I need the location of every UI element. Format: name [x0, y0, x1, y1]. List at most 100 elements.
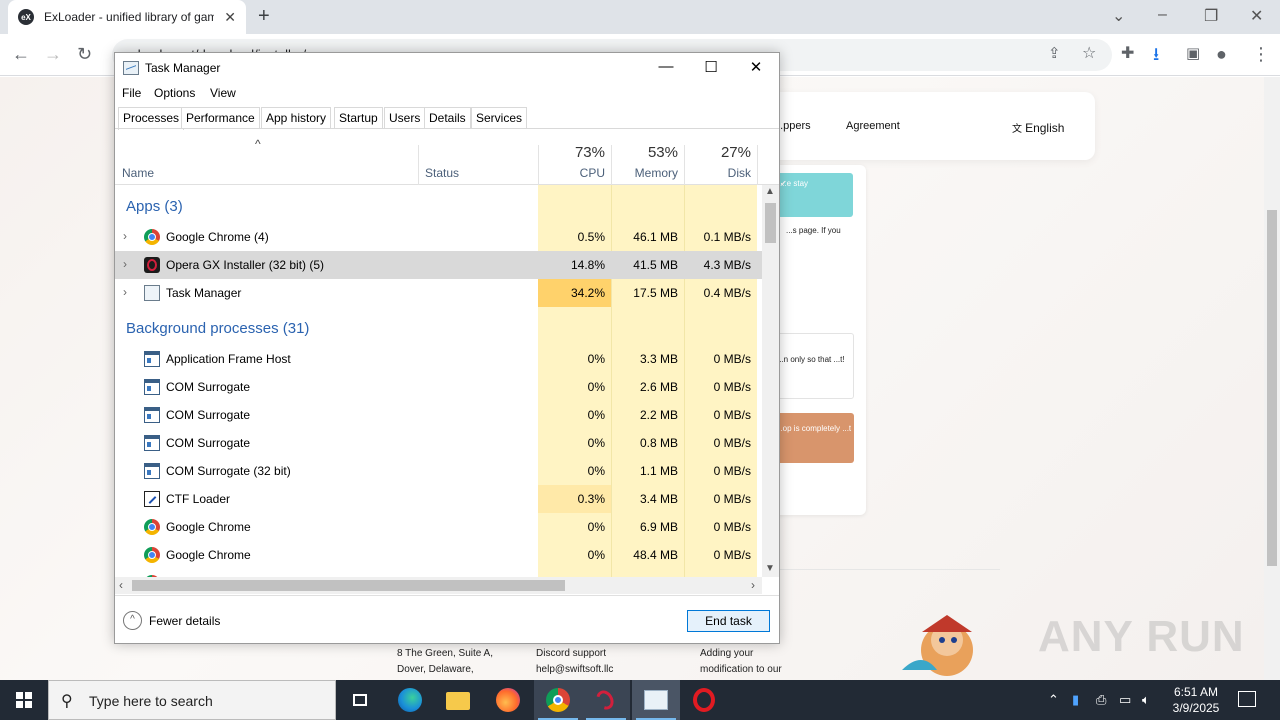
- show-hidden-icons-chevron-icon[interactable]: ⌃: [1048, 692, 1059, 708]
- column-status[interactable]: Status: [425, 166, 459, 180]
- tab-users[interactable]: Users: [384, 107, 426, 129]
- volume-icon[interactable]: 🔈︎: [1142, 692, 1150, 708]
- process-list-vertical-scrollbar[interactable]: ▲ ▼: [762, 185, 779, 577]
- taskbar-task-manager[interactable]: [632, 680, 680, 720]
- process-row[interactable]: › Task Manager 34.2% 17.5 MB 0.4 MB/s: [115, 279, 762, 307]
- horizontal-scroll-thumb[interactable]: [132, 580, 565, 591]
- process-row[interactable]: Application Frame Host 0% 3.3 MB 0 MB/s: [115, 345, 762, 373]
- process-row[interactable]: COM Surrogate (32 bit) 0% 1.1 MB 0 MB/s: [115, 457, 762, 485]
- process-row[interactable]: COM Surrogate 0% 2.6 MB 0 MB/s: [115, 373, 762, 401]
- scroll-left-arrow-icon[interactable]: ‹: [119, 578, 123, 592]
- scroll-up-arrow-icon[interactable]: ▲: [765, 186, 775, 197]
- column-disk[interactable]: Disk: [691, 166, 751, 180]
- system-clock[interactable]: 6:51 AM 3/9/2025: [1166, 684, 1226, 716]
- warning-box: ...op is completely ...t: [776, 413, 854, 463]
- taskbar-search-box[interactable]: ⚲ Type here to search: [48, 680, 336, 720]
- process-row[interactable]: CTF Loader 0.3% 3.4 MB 0 MB/s: [115, 485, 762, 513]
- task-view-button[interactable]: [336, 680, 384, 720]
- taskbar-opera-gx[interactable]: [582, 680, 630, 720]
- menu-view[interactable]: View: [210, 86, 236, 100]
- process-row[interactable]: › Google Chrome (4) 0.5% 46.1 MB 0.1 MB/…: [115, 223, 762, 251]
- scroll-down-arrow-icon[interactable]: ▼: [765, 563, 775, 574]
- back-arrow-icon[interactable]: ←: [12, 44, 30, 64]
- browser-minimize-button[interactable]: –: [1158, 6, 1167, 24]
- tray-device-icon[interactable]: ⎙: [1096, 692, 1106, 708]
- nav-item-agreement[interactable]: Agreement: [846, 120, 900, 132]
- fewer-details-link[interactable]: Fewer details: [149, 614, 220, 628]
- cpu-total[interactable]: 73%: [545, 144, 605, 161]
- maximize-button[interactable]: ☐: [688, 58, 734, 76]
- process-list-horizontal-scrollbar[interactable]: ‹ ›: [115, 577, 762, 594]
- column-separator[interactable]: [611, 145, 612, 185]
- notification-center-icon[interactable]: [1238, 691, 1256, 707]
- disk-value: 0 MB/s: [713, 352, 751, 366]
- browser-tab[interactable]: eX ExLoader - unified library of game...…: [8, 0, 246, 34]
- memory-value: 2.2 MB: [639, 408, 678, 422]
- share-icon[interactable]: ⇪: [1048, 44, 1061, 64]
- end-task-button[interactable]: End task: [687, 610, 770, 632]
- task-manager-titlebar[interactable]: Task Manager — ☐ ✕: [115, 53, 779, 83]
- column-separator[interactable]: [757, 145, 758, 185]
- tab-app-history[interactable]: App history: [261, 107, 332, 129]
- disk-value: 4.3 MB/s: [703, 258, 751, 272]
- reload-icon[interactable]: ↻: [77, 44, 92, 64]
- vertical-scroll-thumb[interactable]: [765, 203, 776, 243]
- process-row[interactable]: COM Surrogate 0% 2.2 MB 0 MB/s: [115, 401, 762, 429]
- side-panel-icon[interactable]: ▣: [1186, 44, 1200, 64]
- column-memory[interactable]: Memory: [618, 166, 678, 180]
- tab-performance[interactable]: Performance: [181, 107, 260, 129]
- tab-search-chevron-icon[interactable]: ⌄: [1112, 6, 1125, 26]
- expand-chevron-icon[interactable]: ›: [123, 257, 127, 271]
- process-row[interactable]: Google Chrome 0% 48.4 MB 0 MB/s: [115, 541, 762, 569]
- column-separator[interactable]: [538, 145, 539, 185]
- chrome-menu-icon[interactable]: ⋮: [1252, 44, 1270, 64]
- page-scrollbar-thumb[interactable]: [1267, 210, 1277, 566]
- tray-app-icon[interactable]: ▮: [1072, 692, 1079, 708]
- expand-chevron-icon[interactable]: ›: [123, 285, 127, 299]
- tab-details[interactable]: Details: [424, 107, 471, 129]
- fewer-details-chevron-icon[interactable]: ^: [123, 611, 142, 630]
- tab-services[interactable]: Services: [471, 107, 528, 129]
- extensions-puzzle-icon[interactable]: ✚: [1121, 44, 1134, 64]
- tab-close-icon[interactable]: ✕: [224, 9, 236, 26]
- taskbar-edge[interactable]: [386, 680, 434, 720]
- menu-file[interactable]: File: [122, 86, 141, 100]
- taskbar-firefox[interactable]: [484, 680, 532, 720]
- minimize-button[interactable]: —: [643, 58, 689, 75]
- process-row[interactable]: Google Chrome 0% 6.9 MB 0 MB/s: [115, 513, 762, 541]
- browser-close-button[interactable]: ✕: [1250, 6, 1263, 26]
- memory-total[interactable]: 53%: [618, 144, 678, 161]
- forward-arrow-icon[interactable]: →: [44, 44, 62, 64]
- cpu-value: 0%: [587, 352, 605, 366]
- menu-options[interactable]: Options: [154, 86, 195, 100]
- new-tab-button[interactable]: +: [258, 5, 270, 27]
- column-separator[interactable]: [684, 145, 685, 185]
- process-row[interactable]: COM Surrogate 0% 0.8 MB 0 MB/s: [115, 429, 762, 457]
- process-row-selected[interactable]: › Opera GX Installer (32 bit) (5) 14.8% …: [115, 251, 762, 279]
- scroll-right-arrow-icon[interactable]: ›: [751, 578, 755, 592]
- process-row-partial[interactable]: [115, 569, 762, 577]
- group-header-apps[interactable]: Apps (3): [115, 193, 762, 221]
- expand-chevron-icon[interactable]: ›: [123, 229, 127, 243]
- download-icon[interactable]: ⭳: [1153, 44, 1159, 64]
- page-scrollbar[interactable]: [1264, 77, 1280, 680]
- language-selector[interactable]: 文 English: [1012, 120, 1064, 135]
- taskbar-opera[interactable]: [680, 680, 728, 720]
- group-header-background[interactable]: Background processes (31): [115, 315, 762, 343]
- bookmark-star-icon[interactable]: ☆: [1082, 44, 1096, 64]
- close-button[interactable]: ✕: [733, 58, 779, 76]
- column-cpu[interactable]: CPU: [545, 166, 605, 180]
- tab-startup[interactable]: Startup: [334, 107, 383, 129]
- start-button[interactable]: [0, 680, 48, 720]
- browser-restore-button[interactable]: ❐: [1204, 6, 1218, 26]
- column-separator[interactable]: [418, 145, 419, 185]
- profile-avatar-icon[interactable]: ●: [1216, 44, 1227, 64]
- network-icon[interactable]: ▭: [1119, 692, 1131, 708]
- disk-total[interactable]: 27%: [691, 144, 751, 161]
- column-name[interactable]: Name: [122, 166, 154, 180]
- search-placeholder: Type here to search: [89, 693, 213, 709]
- taskbar-chrome[interactable]: [534, 680, 582, 720]
- browser-tab-strip: eX ExLoader - unified library of game...…: [0, 0, 1280, 34]
- tab-processes[interactable]: Processes: [118, 107, 185, 130]
- taskbar-file-explorer[interactable]: [434, 680, 482, 720]
